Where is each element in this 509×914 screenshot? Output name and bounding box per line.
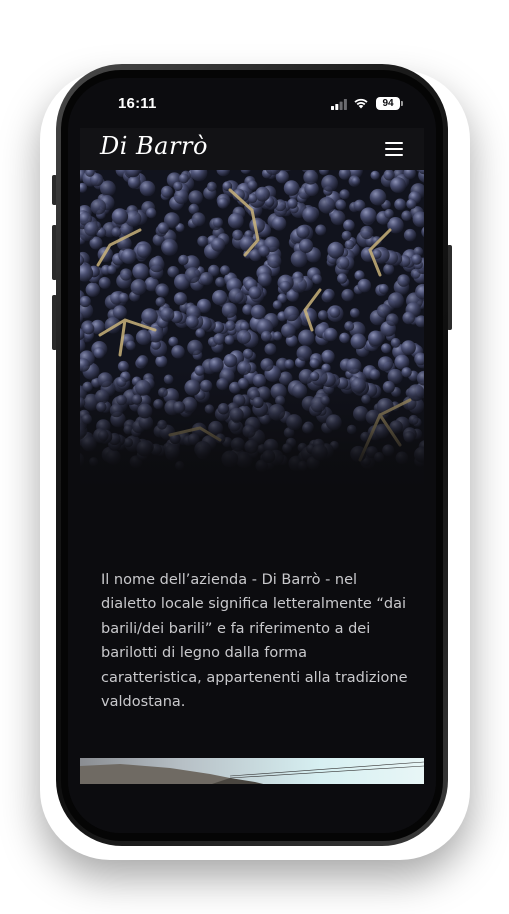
- battery-icon: 94: [376, 97, 400, 110]
- battery-nub: [401, 101, 403, 106]
- status-bar: 16:11 94: [68, 78, 436, 128]
- mockup-stage: 16:11 94 Di Barrò Il nome dell’azienda -…: [0, 0, 509, 914]
- battery-level: 94: [382, 98, 394, 109]
- site-header: Di Barrò: [80, 128, 424, 170]
- intro-paragraph: Il nome dell’azienda - Di Barrò - nel di…: [101, 571, 408, 711]
- hero-image-grapes: [80, 170, 424, 490]
- site-logo[interactable]: Di Barrò: [100, 132, 208, 160]
- status-time: 16:11: [118, 95, 157, 112]
- hamburger-menu-icon[interactable]: [385, 142, 403, 156]
- bottom-safe-area: [68, 784, 436, 833]
- hero-fade-overlay: [80, 370, 424, 490]
- phone-screen: 16:11 94 Di Barrò Il nome dell’azienda -…: [68, 78, 436, 833]
- signal-icon: [331, 99, 347, 110]
- wifi-icon: [354, 98, 368, 109]
